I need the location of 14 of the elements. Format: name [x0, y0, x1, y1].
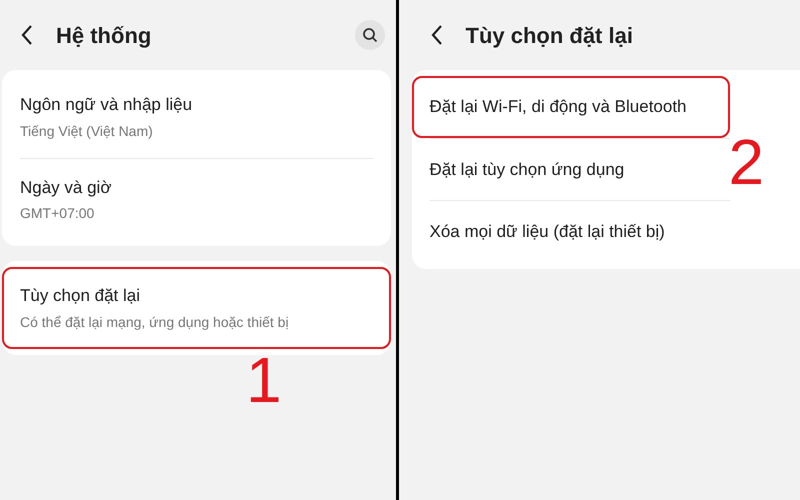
settings-item[interactable]: Ngôn ngữ và nhập liệu Tiếng Việt (Việt Nam)	[2, 76, 390, 158]
settings-item[interactable]: Tùy chọn đặt lại Có thể đặt lại mạng, ứng dụng hoặc thiết bị	[2, 267, 390, 348]
step-number: 1	[246, 348, 282, 412]
back-icon	[430, 24, 442, 46]
screen-title: Hệ thống	[56, 22, 152, 50]
screen-title: Tùy chọn đặt lại	[466, 22, 633, 50]
settings-item[interactable]: Xóa mọi dữ liệu (đặt lại thiết bị)	[412, 201, 730, 262]
back-icon	[21, 24, 33, 46]
search-button[interactable]	[354, 20, 384, 50]
settings-item[interactable]: Ngày và giờ GMT+07:00	[2, 158, 390, 240]
search-icon	[362, 27, 378, 43]
settings-item[interactable]: Đặt lại Wi-Fi, di động và Bluetooth	[412, 76, 730, 138]
step-number: 2	[728, 130, 764, 194]
settings-item[interactable]: Đặt lại tùy chọn ứng dụng	[412, 138, 730, 200]
